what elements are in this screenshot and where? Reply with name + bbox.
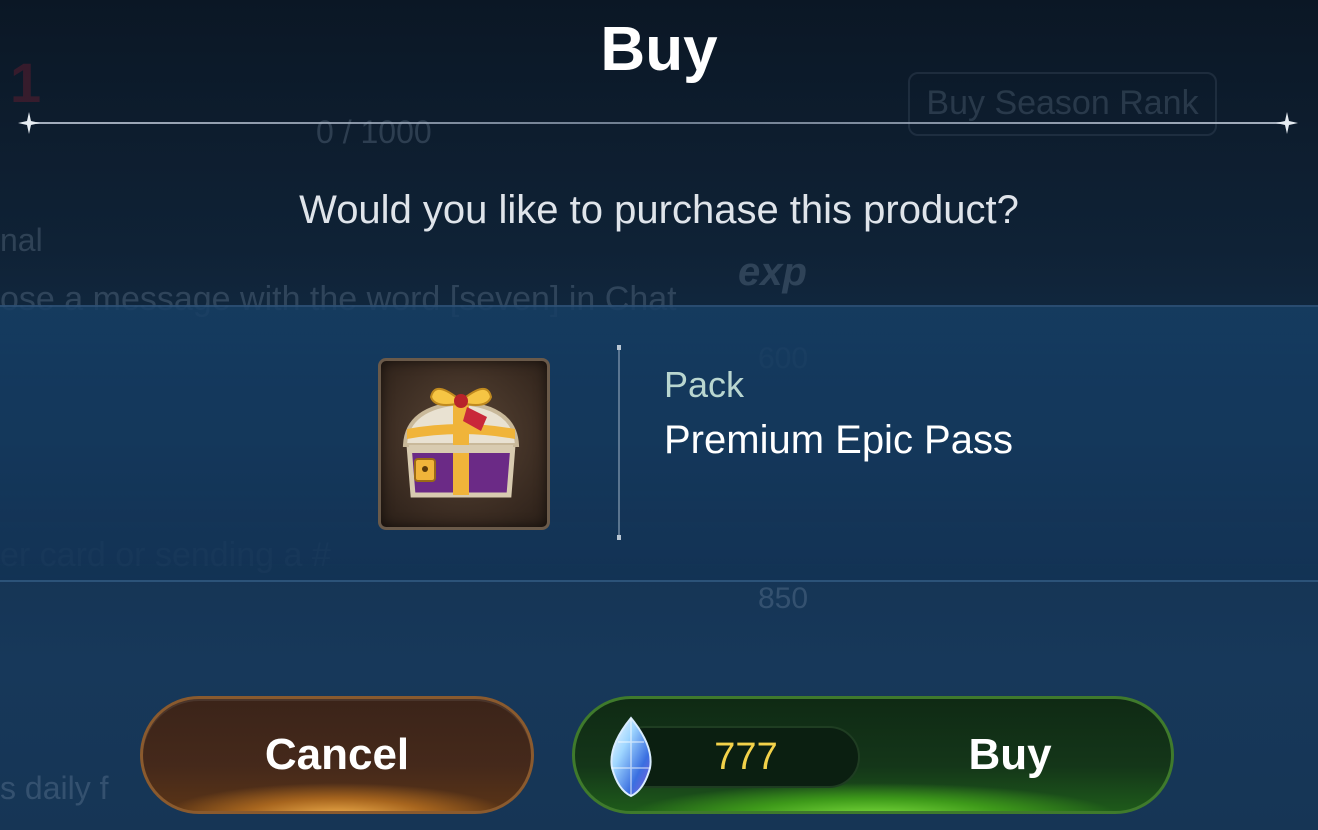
sparkle-left-icon (18, 112, 40, 134)
item-category: Pack (664, 364, 745, 405)
bg-progress: 0 / 1000 (316, 114, 432, 150)
item-name: Premium Epic Pass (664, 418, 1013, 462)
buy-button-label: Buy (968, 730, 1052, 779)
bg-daily-text: s daily f (0, 770, 109, 806)
dialog-title: Buy (600, 15, 718, 84)
title-divider (36, 122, 1282, 124)
treasure-chest-icon (391, 373, 531, 517)
item-separator (617, 345, 621, 540)
purchase-question: Would you like to purchase this product? (299, 188, 1019, 232)
cancel-button-label: Cancel (264, 730, 410, 779)
price-value: 777 (714, 736, 778, 778)
sparkle-right-icon (1276, 112, 1298, 134)
crystal-gem-icon (606, 716, 656, 798)
bg-exp-label: exp (738, 250, 807, 294)
bg-exp-value-2: 850 (758, 582, 809, 615)
product-panel (0, 305, 1318, 582)
cancel-button[interactable]: Cancel (140, 696, 534, 814)
item-icon-frame (378, 358, 550, 530)
